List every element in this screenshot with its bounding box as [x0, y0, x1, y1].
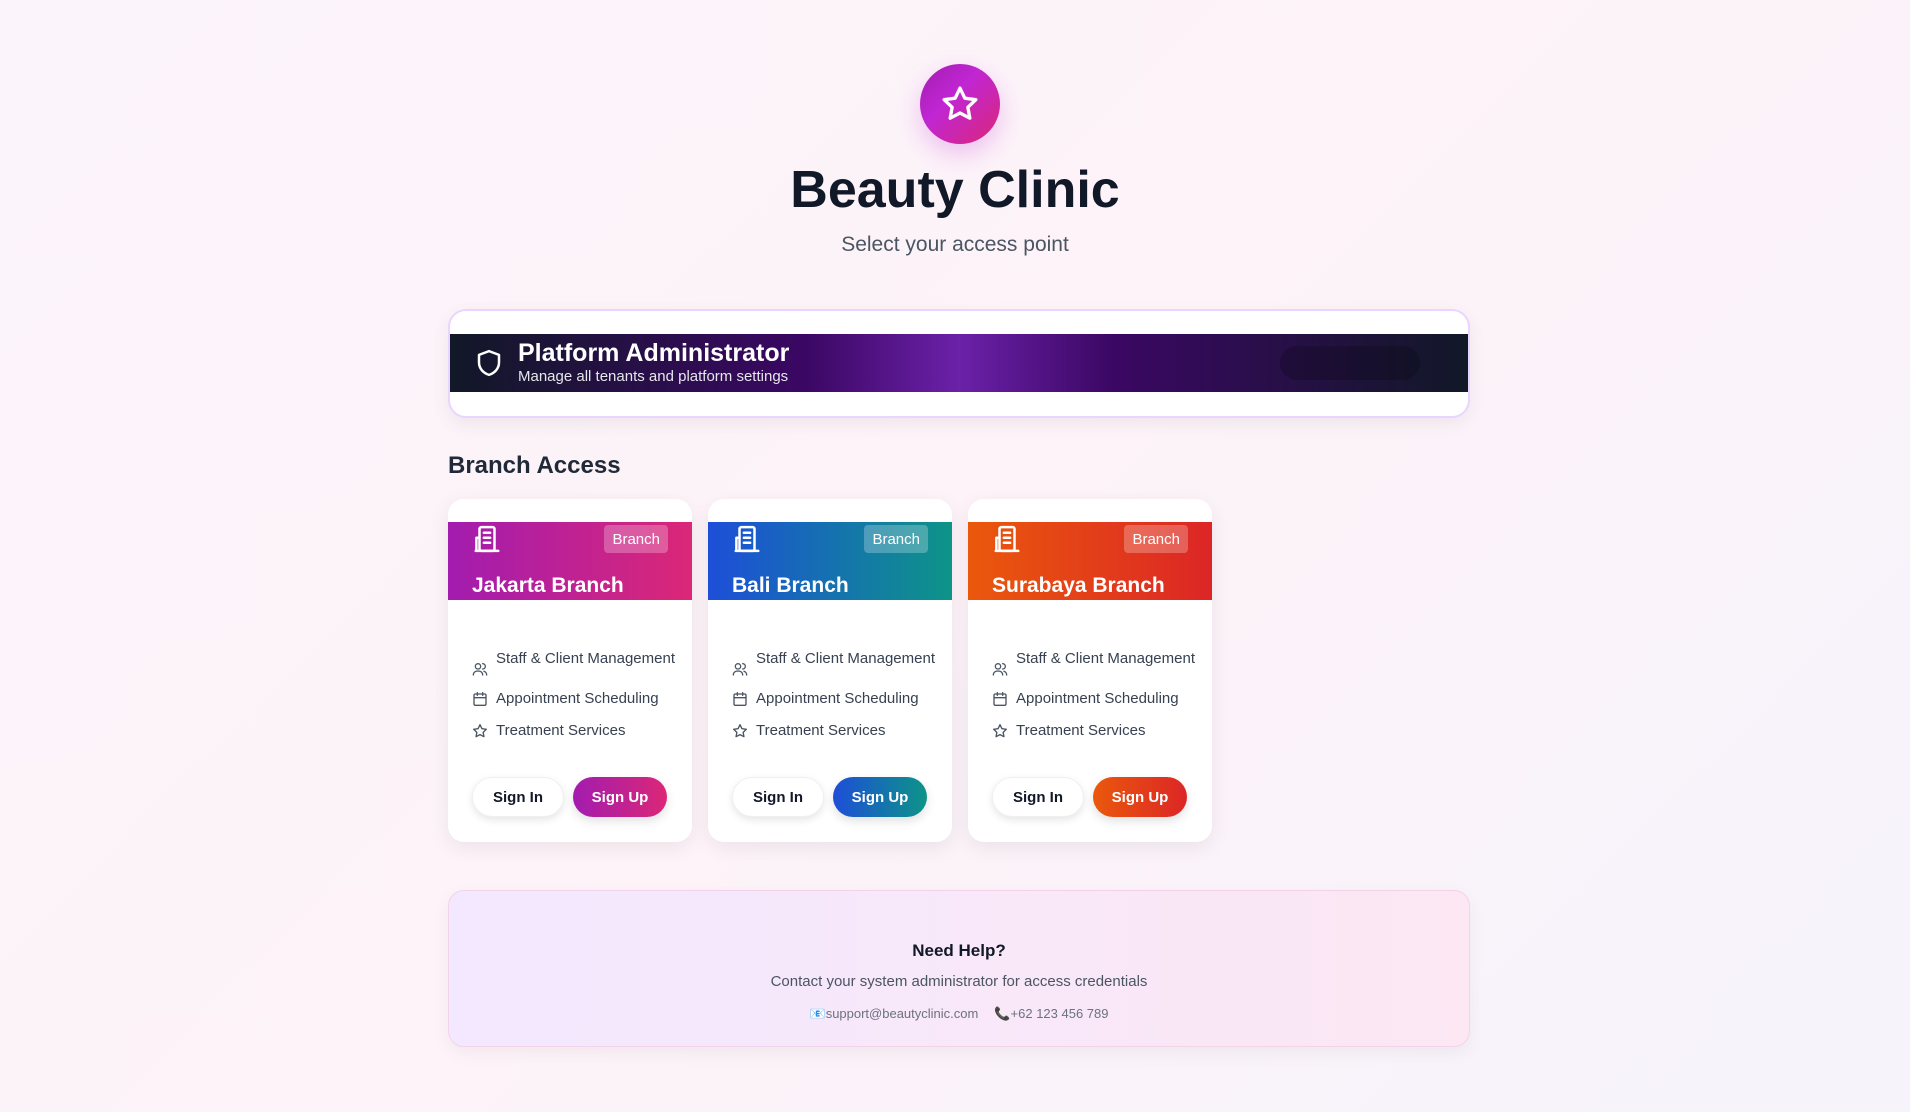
section-title: Branch Access	[448, 452, 621, 479]
branch-header: Branch Jakarta Branch	[448, 522, 692, 600]
sign-in-button[interactable]: Sign In	[472, 777, 564, 817]
branch-name: Surabaya Branch	[992, 574, 1165, 597]
feature-item: Treatment Services	[732, 721, 942, 741]
star-icon	[732, 723, 748, 739]
support-phone[interactable]: 📞+62 123 456 789	[994, 1006, 1108, 1022]
feature-label: Appointment Scheduling	[756, 690, 919, 707]
calendar-icon	[992, 691, 1008, 707]
branch-card[interactable]: Branch Jakarta Branch Staff & Client Manag…	[448, 499, 692, 842]
admin-access-card[interactable]: Platform Administrator Manage all tenant…	[448, 309, 1470, 418]
sign-up-button[interactable]: Sign Up	[573, 777, 667, 817]
feature-item: Staff & Client Management	[472, 649, 682, 677]
shield-icon	[477, 349, 501, 377]
page-title: Beauty Clinic	[790, 161, 1120, 219]
branch-card[interactable]: Branch Bali Branch Staff & Client Manageme…	[708, 499, 952, 842]
feature-item: Staff & Client Management	[992, 649, 1202, 677]
admin-subtitle: Manage all tenants and platform settings	[518, 368, 789, 385]
branch-name: Jakarta Branch	[472, 574, 624, 597]
help-text: Contact your system administrator for ac…	[770, 973, 1148, 990]
feature-list: Staff & Client Management Appointment Sch…	[992, 649, 1202, 753]
page-subtitle: Select your access point	[841, 233, 1069, 256]
admin-title: Platform Administrator	[518, 339, 790, 367]
calendar-icon	[472, 691, 488, 707]
admin-banner[interactable]: Platform Administrator Manage all tenant…	[450, 334, 1468, 392]
users-icon	[992, 661, 1008, 677]
building-icon	[732, 524, 762, 559]
users-icon	[732, 661, 748, 677]
feature-item: Treatment Services	[472, 721, 682, 741]
admin-faded-button[interactable]	[1280, 346, 1420, 380]
feature-label: Treatment Services	[1016, 722, 1146, 739]
phone-icon: 📞	[994, 1006, 1011, 1021]
branch-badge: Branch	[864, 525, 928, 553]
branch-name: Bali Branch	[732, 574, 849, 597]
feature-label: Staff & Client Management	[496, 650, 675, 667]
feature-item: Appointment Scheduling	[992, 689, 1202, 709]
users-icon	[472, 661, 488, 677]
star-icon	[942, 86, 978, 120]
feature-label: Appointment Scheduling	[1016, 690, 1179, 707]
feature-label: Treatment Services	[756, 722, 886, 739]
sign-up-button[interactable]: Sign Up	[1093, 777, 1187, 817]
feature-label: Staff & Client Management	[756, 650, 935, 667]
feature-item: Appointment Scheduling	[472, 689, 682, 709]
branch-actions: Sign In Sign Up	[472, 777, 667, 817]
branch-card[interactable]: Branch Surabaya Branch Staff & Client Mana…	[968, 499, 1212, 842]
feature-item: Appointment Scheduling	[732, 689, 942, 709]
help-title: Need Help?	[912, 941, 1006, 960]
branch-badge: Branch	[604, 525, 668, 553]
branch-actions: Sign In Sign Up	[992, 777, 1187, 817]
feature-list: Staff & Client Management Appointment Sch…	[732, 649, 942, 753]
building-icon	[472, 524, 502, 559]
sign-in-button[interactable]: Sign In	[992, 777, 1084, 817]
feature-list: Staff & Client Management Appointment Sch…	[472, 649, 682, 753]
feature-label: Staff & Client Management	[1016, 650, 1195, 667]
help-contacts: 📧support@beautyclinic.com 📞+62 123 456 7…	[449, 1006, 1469, 1022]
feature-label: Treatment Services	[496, 722, 626, 739]
help-panel: Need Help? Contact your system administr…	[448, 890, 1470, 1047]
branch-actions: Sign In Sign Up	[732, 777, 927, 817]
branch-header: Branch Surabaya Branch	[968, 522, 1212, 600]
feature-item: Staff & Client Management	[732, 649, 942, 677]
feature-label: Appointment Scheduling	[496, 690, 659, 707]
support-email[interactable]: 📧support@beautyclinic.com	[810, 1006, 979, 1022]
sign-in-button[interactable]: Sign In	[732, 777, 824, 817]
branch-badge: Branch	[1124, 525, 1188, 553]
calendar-icon	[732, 691, 748, 707]
envelope-icon: 📧	[809, 1006, 826, 1021]
logo	[920, 64, 1000, 144]
branch-header: Branch Bali Branch	[708, 522, 952, 600]
feature-item: Treatment Services	[992, 721, 1202, 741]
sign-up-button[interactable]: Sign Up	[833, 777, 927, 817]
star-icon	[992, 723, 1008, 739]
building-icon	[992, 524, 1022, 559]
star-icon	[472, 723, 488, 739]
